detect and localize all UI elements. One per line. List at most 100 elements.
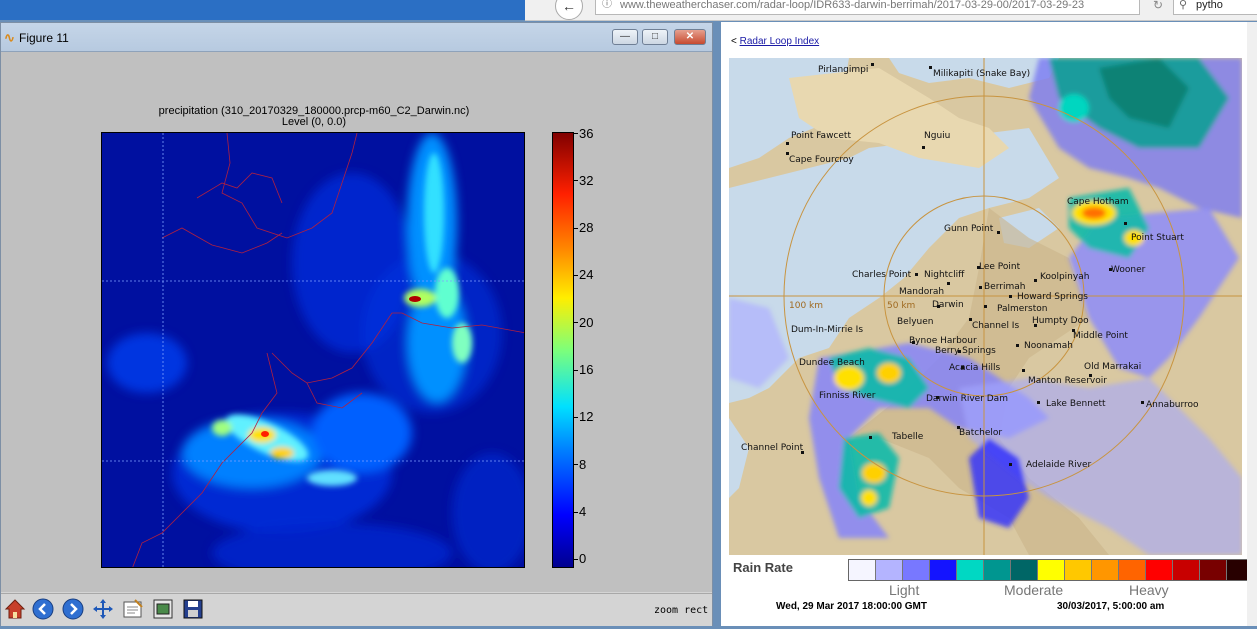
address-text: www.theweatherchaser.com/radar-loop/IDR6…	[620, 0, 1085, 11]
legend-swatch	[957, 560, 984, 580]
range-ring-label: 100 km	[789, 301, 824, 311]
colorbar-label: 0	[579, 551, 587, 566]
radar-web-page: < Radar Loop Index Pirlangimpi Milikapit…	[721, 22, 1257, 626]
place-label: Wooner	[1111, 265, 1146, 275]
figure-canvas: precipitation (310_20170329_180000.prcp-…	[1, 52, 712, 592]
legend-swatch	[1200, 560, 1227, 580]
reload-icon[interactable]: ↻	[1153, 0, 1163, 12]
colorbar-tick	[574, 464, 578, 465]
subplots-icon[interactable]	[151, 597, 175, 621]
colorbar-label: 8	[579, 457, 587, 472]
close-button[interactable]: ✕	[674, 29, 706, 45]
back-arrow-icon[interactable]: ←	[555, 0, 583, 20]
colorbar-label: 36	[579, 126, 594, 141]
back-icon[interactable]	[31, 597, 55, 621]
colorbar-tick	[574, 133, 578, 134]
window-titlebar[interactable]: ∿ Figure 11 — □ ✕	[1, 23, 712, 52]
address-bar[interactable]: ⓘ www.theweatherchaser.com/radar-loop/IDR…	[595, 0, 1140, 15]
legend-swatch	[930, 560, 957, 580]
place-label: Manton Reservoir	[1028, 376, 1107, 386]
legend-swatch	[1092, 560, 1119, 580]
place-label: Point Fawcett	[791, 131, 851, 141]
legend-swatch	[1038, 560, 1065, 580]
place-label: Cape Fourcroy	[789, 155, 854, 165]
plot-subtitle: Level (0, 0.0)	[281, 116, 347, 128]
colorbar-label: 32	[579, 173, 594, 188]
place-label: Dundee Beach	[799, 358, 865, 368]
place-label: Milikapiti (Snake Bay)	[933, 69, 1031, 79]
colorbar-tick	[574, 322, 578, 323]
colorbar-tick	[574, 275, 578, 276]
range-ring-label: 50 km	[887, 301, 916, 311]
window-title: Figure 11	[19, 31, 69, 45]
link-prefix: <	[731, 36, 737, 47]
legend-swatch	[849, 560, 876, 580]
colorbar-label: 12	[579, 409, 594, 424]
precipitation-plot[interactable]	[101, 132, 525, 568]
colorbar	[552, 132, 574, 568]
colorbar-tick	[574, 512, 578, 513]
figure-window: ∿ Figure 11 — □ ✕ precipitation (310_201…	[0, 22, 713, 626]
configure-icon[interactable]	[121, 597, 145, 621]
legend-swatch	[876, 560, 903, 580]
legend-moderate: Moderate	[1004, 582, 1064, 598]
legend-swatch	[1119, 560, 1146, 580]
place-label: Middle Point	[1073, 331, 1128, 341]
place-label: Charles Point	[852, 270, 912, 280]
browser-toolbar: ← ⓘ www.theweatherchaser.com/radar-loop/I…	[525, 0, 1257, 21]
legend-swatch	[1146, 560, 1173, 580]
breadcrumb: < Radar Loop Index	[731, 36, 819, 47]
radar-map[interactable]: Pirlangimpi Milikapiti (Snake Bay) Point…	[729, 58, 1242, 555]
place-label: Gunn Point	[944, 224, 994, 234]
search-input[interactable]: ⚲ pytho	[1173, 0, 1257, 15]
colorbar-tick	[574, 370, 578, 371]
place-label: Old Marrakai	[1084, 362, 1142, 372]
place-label: Pirlangimpi	[818, 65, 869, 75]
place-label: Belyuen	[897, 317, 934, 327]
save-icon[interactable]	[181, 597, 205, 621]
pan-icon[interactable]	[91, 597, 115, 621]
rain-rate-legend	[848, 559, 1255, 581]
legend-swatch	[1011, 560, 1038, 580]
place-label: Berry Springs	[935, 346, 996, 356]
colorbar-label: 28	[579, 220, 594, 235]
rain-rate-label: Rain Rate	[733, 560, 793, 575]
place-label: Koolpinyah	[1040, 272, 1090, 282]
place-label: Point Stuart	[1131, 233, 1184, 243]
forward-icon[interactable]	[61, 597, 85, 621]
place-label: Lake Bennett	[1046, 399, 1106, 409]
place-label: Channel Is	[972, 321, 1020, 331]
place-label: Humpty Doo	[1032, 316, 1089, 326]
maximize-button[interactable]: □	[642, 29, 668, 45]
colorbar-tick	[574, 228, 578, 229]
place-label: Batchelor	[959, 428, 1003, 438]
radar-loop-index-link[interactable]: Radar Loop Index	[740, 36, 820, 47]
legend-swatch	[903, 560, 930, 580]
page-scrollbar[interactable]	[1247, 22, 1257, 626]
place-label: Noonamah	[1024, 341, 1073, 351]
radar-timestamp-gmt: Wed, 29 Mar 2017 18:00:00 GMT	[776, 601, 927, 612]
place-label: Cape Hotham	[1067, 197, 1129, 207]
place-label: Nightcliff	[924, 270, 965, 280]
matplotlib-icon: ∿	[4, 30, 15, 45]
place-label: Channel Point	[741, 443, 804, 453]
legend-heavy: Heavy	[1129, 582, 1169, 598]
colorbar-tick	[574, 417, 578, 418]
legend-light: Light	[889, 582, 920, 598]
minimize-button[interactable]: —	[612, 29, 638, 45]
legend-swatch	[1173, 560, 1200, 580]
colorbar-label: 16	[579, 362, 594, 377]
place-label: Mandorah	[899, 287, 945, 297]
place-label: Adelaide River	[1026, 460, 1092, 470]
colorbar-tick	[574, 559, 578, 560]
toolbar-status: zoom rect	[654, 605, 709, 616]
search-text: pytho	[1196, 0, 1223, 11]
radar-timestamp-local: 30/03/2017, 5:00:00 am	[1057, 601, 1165, 612]
home-icon[interactable]	[3, 597, 27, 621]
place-label: Nguiu	[924, 131, 951, 141]
place-label: Finniss River	[819, 391, 876, 401]
place-label: Darwin	[932, 300, 964, 310]
place-label: Tabelle	[892, 432, 924, 442]
place-label: Bynoe Harbour	[909, 336, 977, 346]
place-label: Annaburroo	[1146, 400, 1199, 410]
